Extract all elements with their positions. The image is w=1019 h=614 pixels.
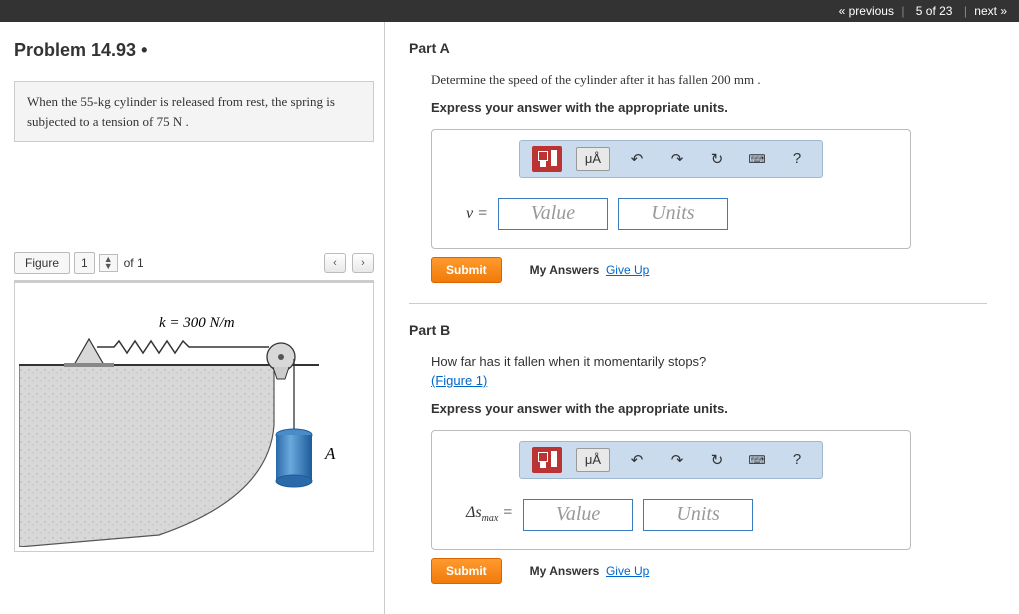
special-chars-button[interactable]: μÅ	[576, 147, 610, 171]
part-a-answer-box: μÅ ↶ ↷ ↻ ⌨ ? v = Value Units	[431, 129, 911, 249]
part-b-variable: Δsmax =	[466, 504, 513, 524]
part-a-instruct: Express your answer with the appropriate…	[431, 100, 1009, 115]
part-b-instruct: Express your answer with the appropriate…	[431, 401, 1009, 416]
redo-button[interactable]: ↷	[664, 448, 690, 472]
part-b-units-input[interactable]: Units	[643, 499, 753, 531]
undo-button[interactable]: ↶	[624, 147, 650, 171]
give-up-link[interactable]: Give Up	[606, 263, 649, 277]
templates-button[interactable]	[532, 146, 562, 172]
part-b-submit-button[interactable]: Submit	[431, 558, 502, 584]
page-position: 5 of 23	[912, 4, 957, 18]
part-a-variable: v =	[466, 205, 488, 223]
fig-prev-button[interactable]: ‹	[324, 253, 346, 273]
undo-button[interactable]: ↶	[624, 448, 650, 472]
reset-button[interactable]: ↻	[704, 448, 730, 472]
help-button[interactable]: ?	[784, 147, 810, 171]
keyboard-button[interactable]: ⌨	[744, 147, 770, 171]
part-a-value-input[interactable]: Value	[498, 198, 608, 230]
figure-of: of 1	[122, 256, 144, 270]
templates-button[interactable]	[532, 447, 562, 473]
point-a-label: A	[324, 444, 336, 463]
part-a-units-input[interactable]: Units	[618, 198, 728, 230]
answer-toolbar: μÅ ↶ ↷ ↻ ⌨ ?	[519, 140, 823, 178]
part-a-question: Determine the speed of the cylinder afte…	[431, 70, 1009, 90]
help-button[interactable]: ?	[784, 448, 810, 472]
problem-statement: When the 55-kg cylinder is released from…	[14, 81, 374, 142]
spring-constant-label: k = 300 N/m	[159, 315, 235, 331]
special-chars-button[interactable]: μÅ	[576, 448, 610, 472]
reset-button[interactable]: ↻	[704, 147, 730, 171]
part-b-value-input[interactable]: Value	[523, 499, 633, 531]
top-nav: « previous | 5 of 23 | next »	[0, 0, 1019, 22]
my-answers-link[interactable]: My Answers	[530, 263, 600, 277]
problem-title: Problem 14.93 •	[14, 40, 374, 61]
answer-toolbar-b: μÅ ↶ ↷ ↻ ⌨ ?	[519, 441, 823, 479]
part-b-title: Part B	[409, 322, 1009, 338]
redo-button[interactable]: ↷	[664, 147, 690, 171]
part-a-submit-button[interactable]: Submit	[431, 257, 502, 283]
figure-panel: k = 300 N/m A	[14, 280, 374, 552]
part-a-title: Part A	[409, 40, 1009, 56]
figure-label: Figure	[14, 252, 70, 274]
fig-next-button[interactable]: ›	[352, 253, 374, 273]
part-b-question: How far has it fallen when it momentaril…	[431, 352, 1009, 391]
my-answers-link[interactable]: My Answers	[530, 564, 600, 578]
prev-link[interactable]: « previous	[839, 4, 894, 18]
give-up-link[interactable]: Give Up	[606, 564, 649, 578]
part-b-answer-box: μÅ ↶ ↷ ↻ ⌨ ? Δsmax = Value Units	[431, 430, 911, 550]
figure-stepper[interactable]: ▲▼	[99, 254, 118, 272]
next-link[interactable]: next »	[974, 4, 1007, 18]
figure-link[interactable]: (Figure 1)	[431, 373, 487, 388]
figure-number: 1	[74, 252, 95, 274]
keyboard-button[interactable]: ⌨	[744, 448, 770, 472]
